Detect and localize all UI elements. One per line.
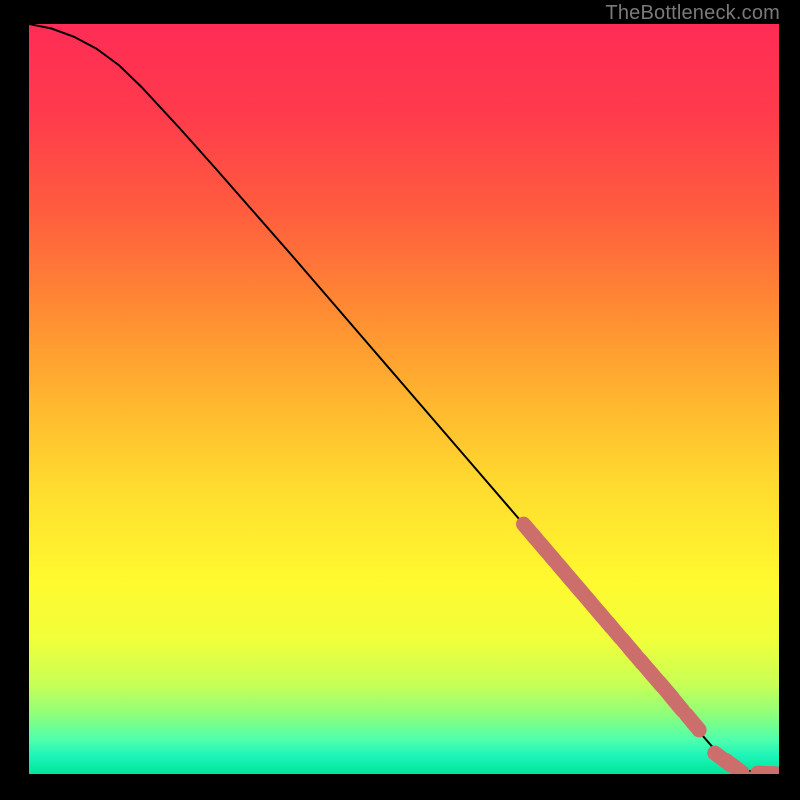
attribution-label: TheBottleneck.com (605, 2, 780, 25)
data-marker (769, 774, 779, 775)
plot-area (29, 24, 779, 774)
data-marker (670, 695, 683, 710)
data-marker (726, 761, 742, 773)
gradient-background (29, 24, 779, 774)
plot-svg (29, 24, 779, 774)
data-marker (686, 715, 699, 730)
chart-stage: TheBottleneck.com (0, 0, 800, 800)
